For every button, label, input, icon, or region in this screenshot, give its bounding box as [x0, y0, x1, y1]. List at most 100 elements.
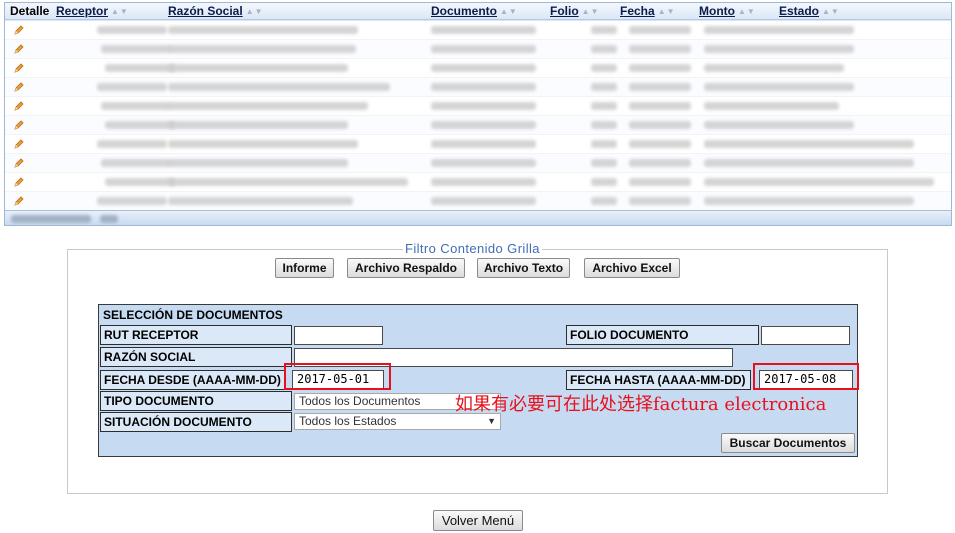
col-monto-label[interactable]: Monto: [699, 4, 735, 18]
col-fecha-label[interactable]: Fecha: [620, 4, 655, 18]
table-cell: [629, 102, 691, 110]
table-cell: [168, 102, 368, 110]
table-row[interactable]: [5, 40, 951, 59]
col-monto[interactable]: Monto ▲▼: [699, 4, 756, 18]
table-cell: [629, 26, 691, 34]
edit-icon[interactable]: [13, 157, 25, 169]
table-cell: [629, 197, 691, 205]
edit-icon[interactable]: [13, 119, 25, 131]
pager-control[interactable]: [100, 215, 118, 223]
table-cell: [704, 102, 839, 110]
table-cell: [591, 140, 617, 148]
edit-icon[interactable]: [13, 138, 25, 150]
table-cell: [629, 140, 691, 148]
col-documento[interactable]: Documento ▲▼: [431, 4, 518, 18]
table-cell: [704, 121, 854, 129]
edit-icon[interactable]: [13, 81, 25, 93]
table-cell: [591, 45, 617, 53]
table-cell: [431, 178, 536, 186]
col-razon-social-label[interactable]: Razón Social: [168, 4, 243, 18]
table-row[interactable]: [5, 154, 951, 173]
table-cell: [591, 26, 617, 34]
table-cell: [591, 64, 617, 72]
table-cell: [704, 140, 914, 148]
sort-icon[interactable]: ▲▼: [822, 7, 840, 16]
table-row[interactable]: [5, 97, 951, 116]
col-fecha[interactable]: Fecha ▲▼: [620, 4, 676, 18]
table-cell: [431, 197, 536, 205]
table-cell: [168, 45, 356, 53]
informe-button[interactable]: Informe: [275, 258, 334, 278]
folio-documento-label: FOLIO DOCUMENTO: [566, 325, 759, 345]
table-cell: [591, 102, 617, 110]
table-cell: [704, 64, 844, 72]
sort-icon[interactable]: ▲▼: [111, 7, 129, 16]
table-cell: [431, 102, 536, 110]
table-cell: [101, 45, 171, 53]
table-cell: [97, 26, 167, 34]
grid-pager[interactable]: [5, 210, 951, 225]
sort-icon[interactable]: ▲▼: [500, 7, 518, 16]
col-documento-label[interactable]: Documento: [431, 4, 497, 18]
col-estado-label[interactable]: Estado: [779, 4, 819, 18]
table-cell: [629, 45, 691, 53]
edit-icon[interactable]: [13, 176, 25, 188]
sort-icon[interactable]: ▲▼: [246, 7, 264, 16]
table-row[interactable]: [5, 173, 951, 192]
annotation-text: 如果有必要可在此处选择factura electronica: [455, 394, 827, 415]
highlight-fecha-hasta: [753, 363, 859, 390]
table-row[interactable]: [5, 21, 951, 40]
table-cell: [704, 83, 854, 91]
col-detalle-label: Detalle: [10, 4, 50, 18]
col-folio[interactable]: Folio ▲▼: [550, 4, 600, 18]
rut-receptor-input[interactable]: [294, 326, 383, 345]
chevron-down-icon[interactable]: ▼: [487, 414, 496, 429]
edit-icon[interactable]: [13, 43, 25, 55]
table-cell: [168, 26, 358, 34]
grid-header: Detalle Receptor ▲▼ Razón Social ▲▼ Docume…: [5, 3, 951, 20]
edit-icon[interactable]: [13, 24, 25, 36]
edit-icon[interactable]: [13, 195, 25, 207]
buscar-documentos-button[interactable]: Buscar Documentos: [721, 433, 855, 453]
table-cell: [704, 159, 914, 167]
col-estado[interactable]: Estado ▲▼: [779, 4, 840, 18]
filter-legend: Filtro Contenido Grilla: [403, 241, 542, 256]
table-cell: [591, 83, 617, 91]
table-cell: [704, 26, 854, 34]
sort-icon[interactable]: ▲▼: [582, 7, 600, 16]
table-row[interactable]: [5, 59, 951, 78]
archivo-respaldo-button[interactable]: Archivo Respaldo: [347, 258, 465, 278]
volver-menu-button[interactable]: Volver Menú: [433, 510, 523, 531]
table-cell: [168, 159, 348, 167]
table-cell: [591, 159, 617, 167]
table-cell: [101, 102, 171, 110]
table-cell: [168, 64, 348, 72]
table-row[interactable]: [5, 116, 951, 135]
table-row[interactable]: [5, 78, 951, 97]
col-receptor-label[interactable]: Receptor: [56, 4, 108, 18]
tipo-documento-value: Todos los Documentos: [299, 394, 421, 408]
edit-icon[interactable]: [13, 62, 25, 74]
col-razon-social[interactable]: Razón Social ▲▼: [168, 4, 264, 18]
edit-icon[interactable]: [13, 100, 25, 112]
table-cell: [431, 45, 536, 53]
table-row[interactable]: [5, 135, 951, 154]
folio-documento-input[interactable]: [761, 326, 850, 345]
col-detalle: Detalle: [10, 4, 49, 18]
table-cell: [431, 159, 536, 167]
sort-icon[interactable]: ▲▼: [738, 7, 756, 16]
table-cell: [629, 178, 691, 186]
table-cell: [97, 140, 167, 148]
archivo-texto-button[interactable]: Archivo Texto: [477, 258, 570, 278]
fecha-desde-label: FECHA DESDE (AAAA-MM-DD): [100, 370, 285, 390]
table-cell: [431, 140, 536, 148]
table-cell: [431, 121, 536, 129]
table-cell: [704, 45, 854, 53]
sort-icon[interactable]: ▲▼: [658, 7, 676, 16]
table-cell: [629, 159, 691, 167]
col-folio-label[interactable]: Folio: [550, 4, 579, 18]
table-row[interactable]: [5, 192, 951, 211]
table-cell: [431, 64, 536, 72]
col-receptor[interactable]: Receptor ▲▼: [56, 4, 129, 18]
archivo-excel-button[interactable]: Archivo Excel: [584, 258, 680, 278]
